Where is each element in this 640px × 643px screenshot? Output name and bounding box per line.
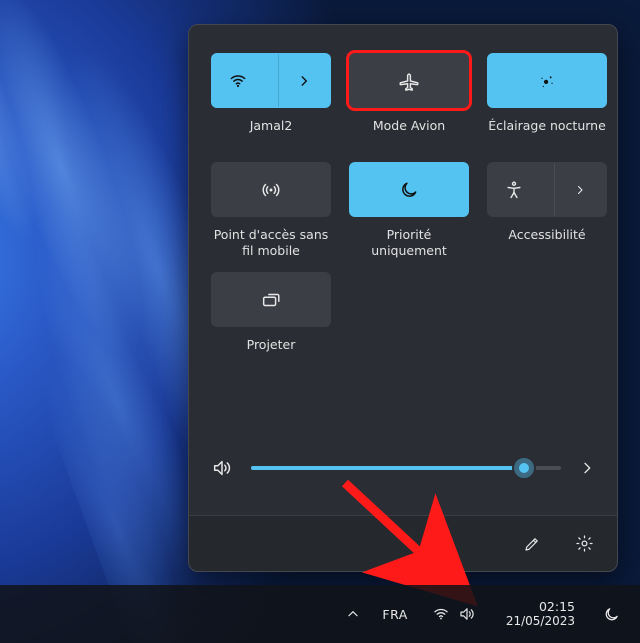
wifi-icon (228, 71, 248, 91)
hotspot-label: Point d'accès sans fil mobile (211, 227, 331, 258)
volume-row (189, 443, 617, 515)
wifi-expand-button[interactable] (278, 54, 331, 107)
language-label: FRA (382, 607, 407, 622)
network-volume-button[interactable] (424, 594, 484, 634)
tray-overflow-button[interactable] (340, 594, 366, 634)
volume-expand-button[interactable] (579, 460, 595, 476)
volume-slider-thumb[interactable] (514, 458, 534, 478)
night-light-label: Éclairage nocturne (488, 118, 606, 148)
chevron-right-icon (574, 184, 586, 196)
hotspot-icon (260, 179, 282, 201)
clock-time: 02:15 (539, 599, 575, 615)
accessibility-expand-button[interactable] (554, 163, 607, 216)
hotspot-toggle[interactable] (211, 162, 331, 217)
accessibility-toggle[interactable] (487, 162, 607, 217)
focus-assist-toggle[interactable] (349, 162, 469, 217)
chevron-up-icon (346, 607, 360, 621)
project-icon (260, 289, 282, 311)
accessibility-toggle-main[interactable] (488, 163, 540, 216)
taskbar: FRA 02:15 21/05/2023 (0, 585, 640, 643)
project-label: Projeter (247, 337, 296, 367)
wifi-icon (432, 605, 450, 623)
gear-icon (575, 534, 594, 553)
wifi-toggle-main[interactable] (212, 54, 264, 107)
language-indicator[interactable]: FRA (376, 594, 413, 634)
clock-date: 21/05/2023 (506, 614, 575, 629)
quick-settings-footer (189, 515, 617, 571)
all-settings-button[interactable] (565, 525, 603, 563)
quick-settings-flyout: Jamal2 Mode Avion Éclairage nocturne (188, 24, 618, 572)
night-light-icon (536, 70, 558, 92)
project-toggle[interactable] (211, 272, 331, 327)
volume-slider[interactable] (251, 466, 561, 470)
night-light-toggle[interactable] (487, 53, 607, 108)
airplane-mode-toggle[interactable] (349, 53, 469, 108)
volume-icon (458, 605, 476, 623)
clock-button[interactable]: 02:15 21/05/2023 (494, 594, 587, 634)
moon-icon (399, 180, 419, 200)
volume-icon (211, 457, 233, 479)
notification-center-button[interactable] (597, 594, 626, 634)
volume-slider-fill (251, 466, 524, 470)
focus-assist-label: Priorité uniquement (349, 227, 469, 258)
edit-quick-settings-button[interactable] (513, 525, 551, 563)
quick-settings-tiles: Jamal2 Mode Avion Éclairage nocturne (189, 25, 617, 375)
wifi-toggle[interactable] (211, 53, 331, 108)
wifi-label: Jamal2 (250, 118, 293, 148)
chevron-right-icon (297, 74, 311, 88)
moon-icon (603, 606, 620, 623)
accessibility-label: Accessibilité (508, 227, 585, 257)
airplane-icon (398, 70, 420, 92)
accessibility-icon (504, 180, 524, 200)
airplane-mode-label: Mode Avion (373, 118, 445, 148)
pencil-icon (523, 535, 541, 553)
